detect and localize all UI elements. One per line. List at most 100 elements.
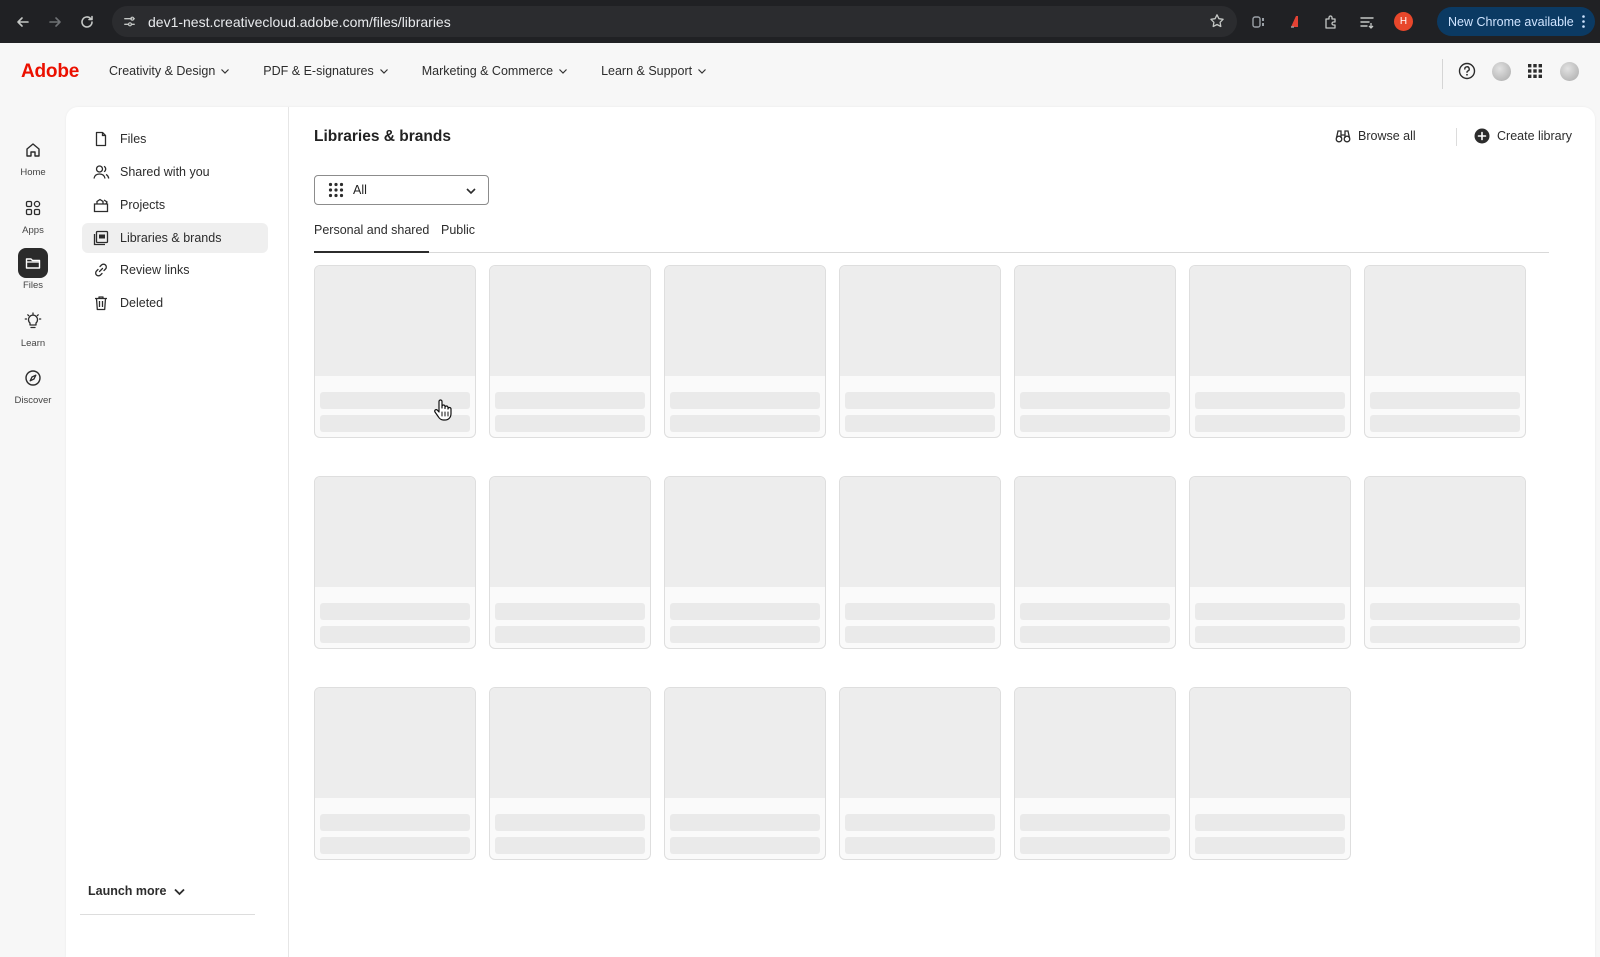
card-text-skeleton [670,415,820,432]
nav-learn-support[interactable]: Learn & Support [601,64,707,78]
rail-item-learn[interactable]: Learn [0,306,66,349]
puzzle-extensions-icon[interactable] [1322,13,1340,31]
url-text[interactable]: dev1-nest.creativecloud.adobe.com/files/… [148,14,451,30]
create-library-button[interactable]: Create library [1474,128,1572,144]
nav-creativity-design[interactable]: Creativity & Design [109,64,230,78]
card-thumbnail-skeleton [315,688,475,798]
library-card-placeholder[interactable] [1189,687,1351,860]
card-thumbnail-skeleton [315,477,475,587]
card-thumbnail-skeleton [665,477,825,587]
library-card-placeholder[interactable] [1014,265,1176,438]
nav-marketing-commerce[interactable]: Marketing & Commerce [422,64,568,78]
card-thumbnail-skeleton [1365,477,1525,587]
rail-label: Home [20,167,46,178]
nav-pdf-esignatures[interactable]: PDF & E-signatures [263,64,388,78]
browser-profile-avatar[interactable]: H [1394,12,1413,31]
trash-icon [92,294,110,312]
app-switcher-button[interactable] [1525,61,1545,81]
extensions-area: H [1250,0,1413,43]
chrome-update-button[interactable]: New Chrome available [1437,7,1595,36]
page-actions: Browse all Create library [1335,128,1595,148]
sidebar-item-label: Deleted [120,296,164,310]
files-sidebar: Files Shared with you Projects Libraries… [66,107,289,957]
grid-icon [328,182,344,198]
user-avatar-button[interactable] [1559,61,1579,81]
sidebar-item-files[interactable]: Files [82,124,268,154]
card-thumbnail-skeleton [1365,266,1525,376]
chrome-update-label: New Chrome available [1448,14,1574,29]
library-icon [92,229,110,247]
sidebar-item-shared-with-you[interactable]: Shared with you [82,157,268,187]
sidebar-item-projects[interactable]: Projects [82,190,268,220]
reading-list-icon[interactable] [1358,13,1376,31]
library-card-placeholder[interactable] [489,476,651,649]
extension-icon[interactable] [1250,13,1268,31]
library-card-placeholder[interactable] [664,687,826,860]
library-filter-dropdown[interactable]: All [314,175,489,205]
adobe-extension-icon[interactable] [1286,13,1304,31]
notifications-button[interactable] [1491,61,1511,81]
launch-more-button[interactable]: Launch more [88,884,186,898]
compass-icon [18,363,48,393]
rail-item-home[interactable]: Home [0,135,66,178]
reload-button[interactable] [76,11,98,33]
sidebar-item-review-links[interactable]: Review links [82,255,268,285]
browse-all-button[interactable]: Browse all [1335,128,1416,144]
card-text-skeleton [670,392,820,409]
sidebar-item-deleted[interactable]: Deleted [82,288,268,318]
library-card-placeholder[interactable] [839,476,1001,649]
card-text-skeleton [495,814,645,831]
library-card-placeholder[interactable] [839,265,1001,438]
add-circle-icon [1474,128,1490,144]
sidebar-item-label: Review links [120,263,190,277]
library-card-placeholder[interactable] [489,265,651,438]
library-card-placeholder[interactable] [1364,265,1526,438]
library-card-placeholder[interactable] [1014,687,1176,860]
card-text-skeleton [1195,415,1345,432]
rail-item-apps[interactable]: Apps [0,193,66,236]
library-card-placeholder[interactable] [314,476,476,649]
kebab-menu-icon [1582,15,1585,28]
bookmark-star-icon[interactable] [1209,13,1225,29]
chevron-down-icon [698,69,707,74]
library-card-placeholder[interactable] [1189,265,1351,438]
card-text-skeleton [320,814,470,831]
browse-all-label: Browse all [1358,129,1416,143]
file-icon [92,130,110,148]
header-divider [1442,59,1443,89]
library-card-placeholder[interactable] [489,687,651,860]
library-card-placeholder[interactable] [839,687,1001,860]
help-button[interactable] [1457,61,1477,81]
chevron-down-icon [221,69,230,74]
address-bar[interactable]: dev1-nest.creativecloud.adobe.com/files/… [112,6,1237,37]
library-card-placeholder[interactable] [1364,476,1526,649]
browser-toolbar: dev1-nest.creativecloud.adobe.com/files/… [0,0,1600,43]
card-text-skeleton [845,415,995,432]
card-text-skeleton [495,837,645,854]
back-button[interactable] [12,11,34,33]
card-text-skeleton [495,415,645,432]
site-info-icon[interactable] [114,7,144,37]
card-thumbnail-skeleton [490,266,650,376]
card-text-skeleton [670,603,820,620]
rail-item-files[interactable]: Files [0,248,66,291]
card-text-skeleton [495,626,645,643]
page-title: Libraries & brands [314,128,451,145]
rail-item-discover[interactable]: Discover [0,363,66,406]
card-text-skeleton [670,626,820,643]
library-card-placeholder[interactable] [314,687,476,860]
library-card-placeholder[interactable] [1189,476,1351,649]
adobe-logo[interactable]: Adobe [21,61,79,83]
sidebar-item-libraries-brands[interactable]: Libraries & brands [82,223,268,253]
library-card-placeholder[interactable] [664,265,826,438]
tab-personal-and-shared[interactable]: Personal and shared [314,223,430,253]
forward-button[interactable] [44,11,66,33]
library-card-placeholder[interactable] [664,476,826,649]
card-text-skeleton [1020,814,1170,831]
lightbulb-icon [18,306,48,336]
tab-public[interactable]: Public [441,223,475,253]
library-card-placeholder[interactable] [1014,476,1176,649]
card-thumbnail-skeleton [1190,477,1350,587]
browser-nav-buttons [0,11,110,33]
card-thumbnail-skeleton [490,688,650,798]
